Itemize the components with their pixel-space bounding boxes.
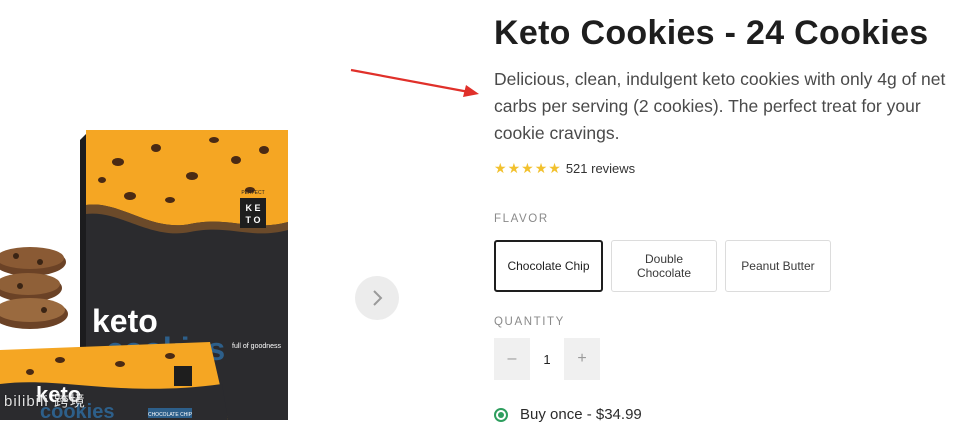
product-title: Keto Cookies - 24 Cookies bbox=[494, 14, 929, 52]
flavor-option-peanut-butter[interactable]: Peanut Butter bbox=[725, 240, 831, 292]
svg-text:K E: K E bbox=[245, 203, 260, 213]
quantity-stepper: – 1 + bbox=[494, 338, 600, 380]
svg-text:CHOCOLATE CHIP: CHOCOLATE CHIP bbox=[148, 412, 193, 418]
product-description: Delicious, clean, indulgent keto cookies… bbox=[494, 69, 946, 143]
star-icon: ★ bbox=[534, 160, 548, 176]
decrease-quantity-button[interactable]: – bbox=[494, 338, 530, 380]
flavor-label: FLAVOR bbox=[494, 213, 549, 225]
purchase-option-label: Buy once - $34.99 bbox=[520, 406, 642, 423]
increase-quantity-button[interactable]: + bbox=[564, 338, 600, 380]
purchase-option-buy-once[interactable]: Buy once - $34.99 bbox=[494, 406, 642, 423]
svg-text:full of goodness: full of goodness bbox=[232, 343, 282, 350]
svg-text:PERFECT: PERFECT bbox=[241, 190, 264, 196]
flavor-option-double-chocolate[interactable]: Double Chocolate bbox=[611, 240, 717, 292]
star-icon: ★ bbox=[521, 160, 534, 176]
star-icon: ★ bbox=[494, 160, 507, 176]
quantity-value[interactable]: 1 bbox=[530, 352, 564, 367]
annotation-arrow bbox=[350, 68, 479, 97]
svg-text:T O: T O bbox=[246, 215, 261, 225]
star-rating: ★ ★ ★ ★ ★ bbox=[494, 160, 562, 177]
reviews-link[interactable]: 521 reviews bbox=[566, 161, 635, 176]
watermark: bilibili 跨境 bbox=[4, 393, 86, 410]
chevron-right-icon bbox=[373, 290, 383, 306]
flavor-option-chocolate-chip[interactable]: Chocolate Chip bbox=[494, 240, 603, 292]
quantity-label: QUANTITY bbox=[494, 316, 565, 328]
rating[interactable]: ★ ★ ★ ★ ★ 521 reviews bbox=[494, 160, 635, 177]
flavor-options: Chocolate Chip Double Chocolate Peanut B… bbox=[494, 240, 831, 292]
next-image-button[interactable] bbox=[355, 276, 399, 320]
radio-selected-icon[interactable] bbox=[494, 407, 508, 422]
star-icon: ★ bbox=[548, 160, 561, 176]
star-icon: ★ bbox=[507, 160, 521, 176]
